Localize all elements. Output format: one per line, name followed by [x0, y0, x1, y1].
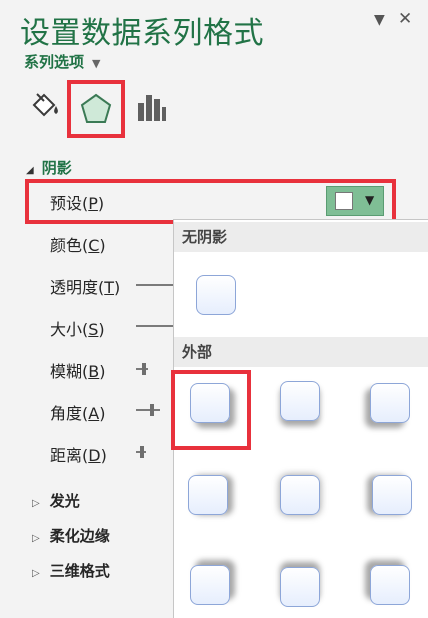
preset-outer-8[interactable] — [280, 567, 320, 607]
3d-format-section-header[interactable]: ▷ 三维格式 — [32, 560, 110, 581]
preset-no-shadow[interactable] — [196, 275, 236, 315]
preset-outer-6[interactable] — [372, 475, 412, 515]
preset-outer-2[interactable] — [280, 381, 320, 421]
pentagon-icon — [80, 93, 112, 123]
angle-slider[interactable] — [136, 409, 160, 411]
tab-fill-line[interactable] — [22, 84, 66, 128]
tab-series-options[interactable] — [128, 84, 172, 128]
blur-label: 模糊(B) — [50, 362, 106, 381]
expand-triangle-icon: ▷ — [32, 533, 40, 544]
blur-slider-thumb[interactable] — [142, 363, 146, 375]
preset-outer-9[interactable] — [370, 565, 410, 605]
angle-slider-thumb[interactable] — [150, 404, 154, 416]
shadow-section-header[interactable]: ◢ 阴影 — [26, 157, 72, 178]
glow-section-header[interactable]: ▷ 发光 — [32, 490, 80, 511]
preset-outer-1-highlight — [171, 370, 251, 450]
size-slider[interactable] — [136, 325, 173, 327]
soft-edges-section-header[interactable]: ▷ 柔化边缘 — [32, 525, 110, 546]
paint-bucket-icon — [32, 93, 58, 117]
preset-label: 预设(P) — [50, 194, 105, 213]
series-options-dropdown[interactable]: 系列选项 ▼ — [24, 51, 100, 72]
preset-swatch — [335, 192, 353, 210]
close-icon[interactable]: ✕ — [398, 9, 412, 29]
shadow-section-title: 阴影 — [41, 159, 72, 177]
bar-chart-icon — [138, 95, 166, 121]
soft-edges-label: 柔化边缘 — [49, 527, 110, 545]
preset-outer-5[interactable] — [280, 475, 320, 515]
series-options-label: 系列选项 — [24, 53, 85, 71]
preset-outer-4[interactable] — [188, 475, 228, 515]
glow-label: 发光 — [49, 492, 80, 510]
expand-triangle-icon: ▷ — [32, 568, 40, 579]
preset-dropdown-button[interactable]: ▼ — [326, 186, 384, 216]
color-label: 颜色(C) — [50, 236, 106, 255]
distance-label: 距离(D) — [50, 446, 107, 465]
preset-outer-3[interactable] — [370, 383, 410, 423]
size-label: 大小(S) — [50, 320, 105, 339]
tab-effects[interactable] — [67, 80, 125, 138]
preset-outer-7[interactable] — [190, 565, 230, 605]
transparency-label: 透明度(T) — [50, 278, 121, 297]
angle-label: 角度(A) — [50, 404, 106, 423]
pane-options-dropdown-icon[interactable]: ▼ — [374, 12, 385, 28]
chevron-down-icon: ▼ — [365, 193, 375, 207]
3d-format-label: 三维格式 — [49, 562, 110, 580]
expand-triangle-icon: ▷ — [32, 498, 40, 509]
transparency-slider[interactable] — [136, 284, 173, 286]
chevron-down-icon: ▼ — [92, 57, 101, 70]
outer-heading: 外部 — [174, 337, 428, 367]
collapse-triangle-icon: ◢ — [26, 165, 34, 176]
pane-title: 设置数据系列格式 — [20, 16, 264, 51]
distance-slider-thumb[interactable] — [140, 446, 144, 458]
no-shadow-heading: 无阴影 — [174, 222, 428, 252]
